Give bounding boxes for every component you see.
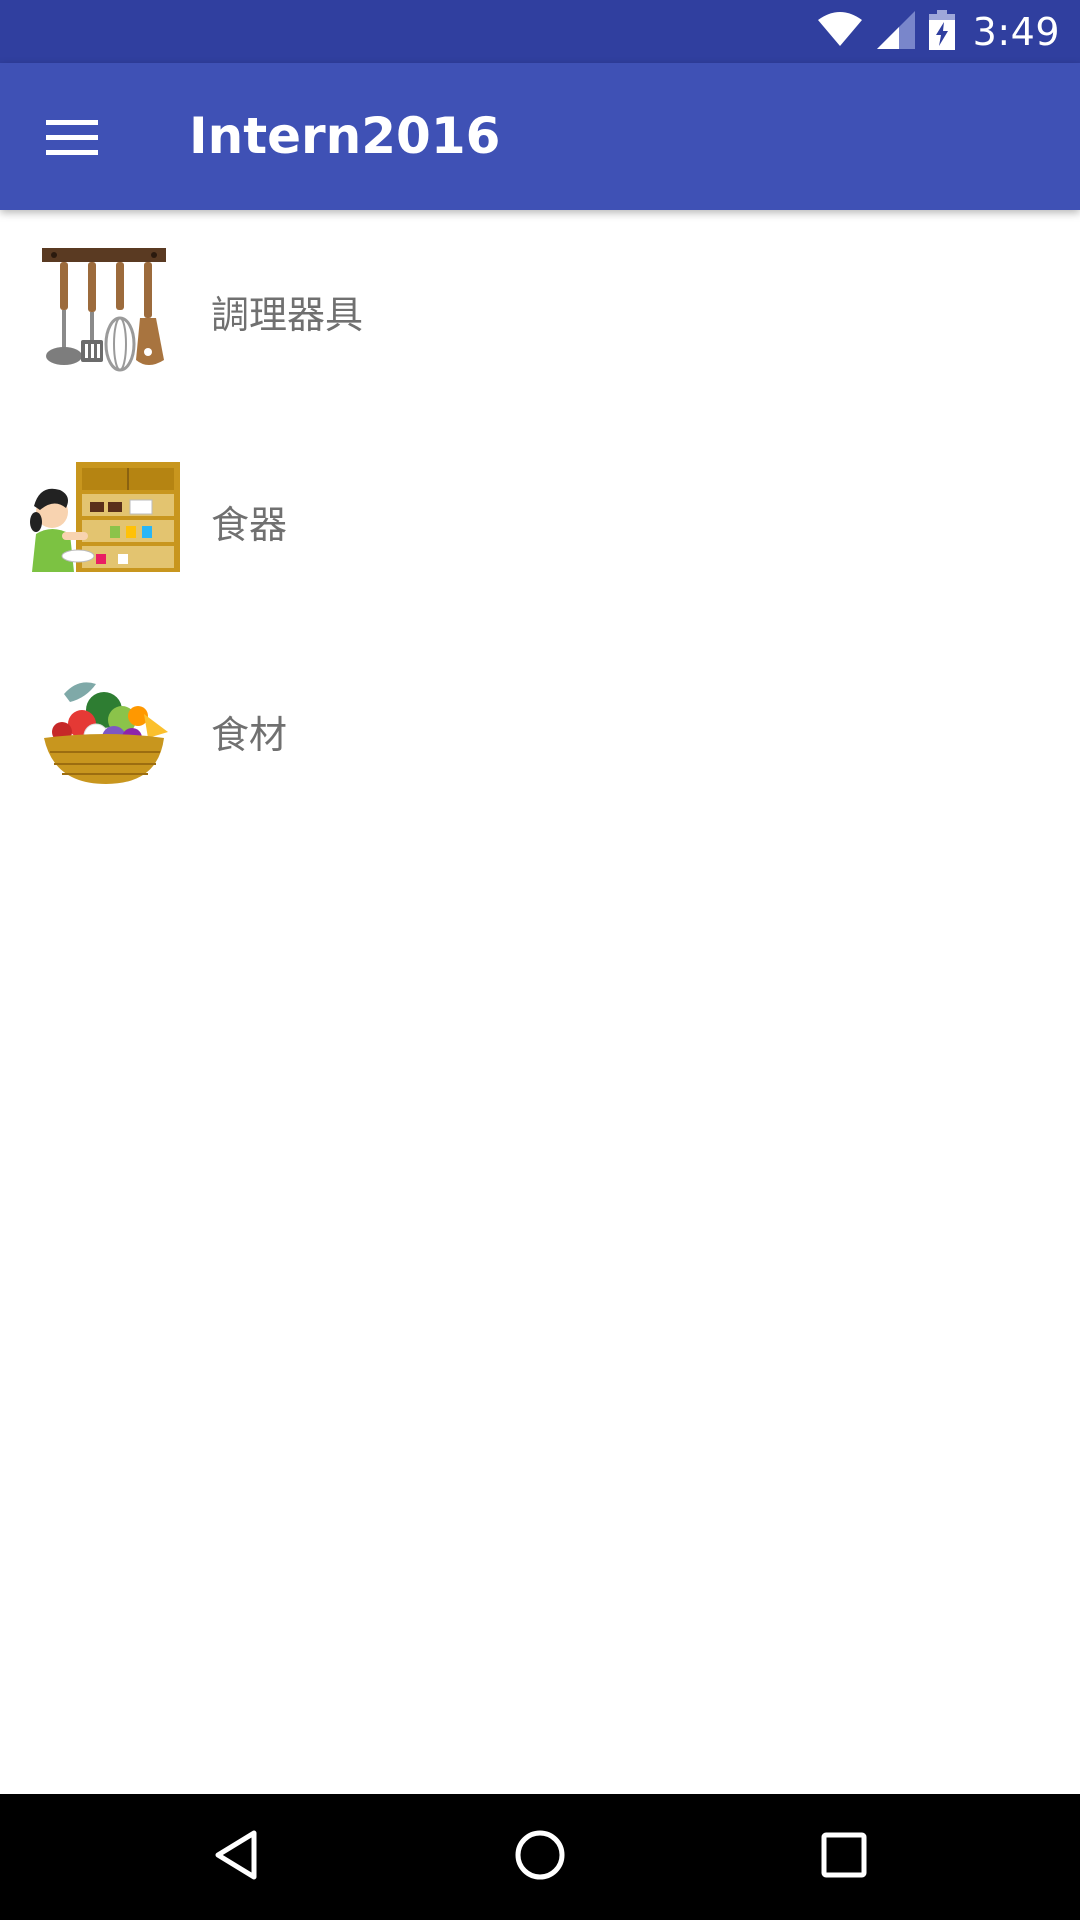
status-bar: 3:49 [0,0,1080,63]
app-screen: 3:49 Intern2016 調理器具 食器 食材 [0,0,1080,1920]
app-title: Intern2016 [189,107,501,165]
navigation-bar [0,1794,1080,1920]
back-button[interactable] [186,1807,286,1907]
category-label: 食材 [211,713,288,757]
hamburger-menu-icon [46,118,98,162]
food-basket-image [26,654,186,814]
home-button[interactable] [490,1807,590,1907]
battery-charging-icon [928,9,955,54]
category-item-cooking-utensils[interactable]: 調理器具 [0,210,1080,420]
tableware-cupboard-image [26,444,186,604]
back-icon [212,1829,260,1885]
recents-button[interactable] [794,1807,894,1907]
wifi-icon [817,11,863,52]
category-label: 食器 [211,503,288,547]
home-icon [513,1828,567,1886]
app-bar: Intern2016 [0,63,1080,210]
category-item-tableware[interactable]: 食器 [0,420,1080,630]
status-time: 3:49 [972,9,1060,54]
category-label: 調理器具 [211,293,364,337]
category-list: 調理器具 食器 食材 [0,210,1080,840]
cell-signal-icon [876,10,915,53]
kitchen-utensils-image [26,234,186,394]
recents-icon [820,1831,868,1883]
menu-button[interactable] [28,96,116,184]
status-icons: 3:49 [817,0,1060,63]
category-item-ingredients[interactable]: 食材 [0,630,1080,840]
